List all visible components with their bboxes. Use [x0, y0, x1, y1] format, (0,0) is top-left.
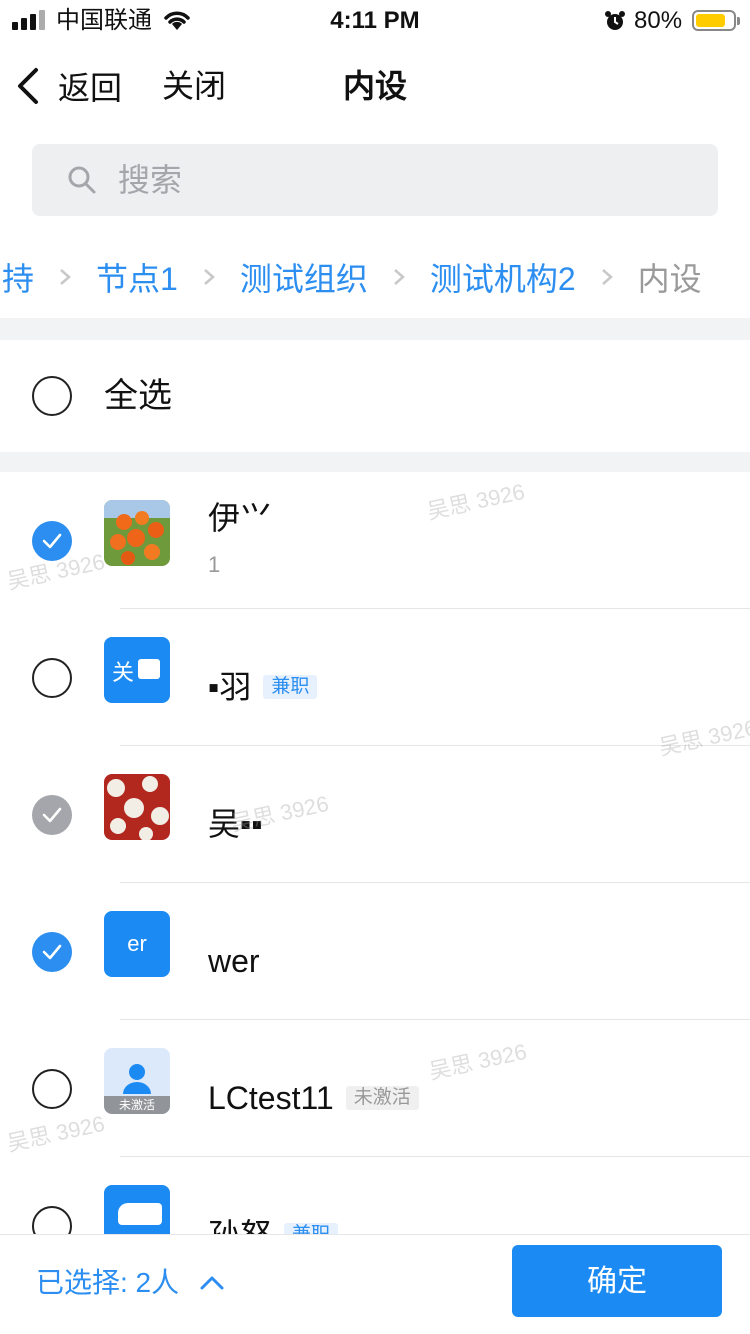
- avatar-text: er: [127, 931, 147, 956]
- contact-row[interactable]: er wer: [0, 883, 750, 1020]
- contact-row[interactable]: 吴▪▪: [0, 746, 750, 883]
- contact-list: 伊⺍ 1 关 ▪羽 兼职 吴▪▪ er wer 未激活 LCtest11 未激活: [0, 472, 750, 1234]
- chevron-right-icon: [394, 269, 405, 285]
- contact-checkbox[interactable]: [32, 1069, 72, 1109]
- contact-name: wer: [208, 943, 260, 979]
- contact-name: ▪羽: [208, 669, 252, 705]
- contact-row[interactable]: 关 ▪羽 兼职: [0, 609, 750, 746]
- check-icon: [42, 807, 62, 823]
- avatar-initials: [104, 1185, 170, 1234]
- contact-name: 吴▪▪: [208, 806, 263, 842]
- selected-count-toggle[interactable]: 已选择: 2人: [36, 1263, 225, 1303]
- contact-name-group: 孙怒 兼职: [208, 1215, 339, 1234]
- breadcrumb-item[interactable]: 节点1: [96, 254, 178, 300]
- contact-name-group: LCtest11 未激活: [208, 1078, 419, 1118]
- search-input[interactable]: [116, 160, 676, 200]
- status-bar: 中国联通 4:11 PM 80%: [0, 0, 750, 40]
- battery-icon: [692, 10, 740, 31]
- breadcrumb-item[interactable]: 测试机构2: [430, 254, 576, 300]
- contact-picker-screen: 中国联通 4:11 PM 80% 返回 关闭 内设 搜索 持 节点1 测试组织 …: [0, 0, 750, 1334]
- chevron-up-icon: [200, 1276, 224, 1290]
- select-all-label: 全选: [104, 377, 172, 415]
- breadcrumb-item[interactable]: 持: [2, 254, 34, 300]
- avatar-text: 关: [112, 660, 135, 685]
- avatar-default: 未激活: [104, 1048, 170, 1114]
- contact-row[interactable]: 孙怒 兼职: [0, 1157, 750, 1234]
- part-time-badge: 兼职: [284, 1223, 339, 1234]
- chevron-right-icon: [60, 269, 71, 285]
- contact-name: 孙怒: [208, 1215, 272, 1234]
- back-label: 返回: [58, 70, 123, 106]
- contact-row[interactable]: 未激活 LCtest11 未激活: [0, 1020, 750, 1157]
- close-button[interactable]: 关闭: [162, 64, 226, 108]
- chevron-right-icon: [204, 269, 215, 285]
- part-time-badge: 兼职: [263, 675, 318, 699]
- breadcrumb-item[interactable]: 测试组织: [240, 254, 368, 300]
- contact-checkbox-checked[interactable]: [32, 932, 72, 972]
- confirm-button[interactable]: 确定: [512, 1245, 722, 1317]
- selected-count-label: 已选择: 2人: [36, 1267, 180, 1298]
- chevron-left-icon: [18, 68, 38, 104]
- contact-checkbox-checked[interactable]: [32, 521, 72, 561]
- contact-row[interactable]: 伊⺍ 1: [0, 472, 750, 609]
- contact-subline: 1: [208, 552, 221, 577]
- back-button[interactable]: 返回: [14, 64, 122, 108]
- contact-checkbox-disabled: [32, 795, 72, 835]
- contact-checkbox[interactable]: [32, 1206, 72, 1234]
- chevron-right-icon: [601, 269, 613, 285]
- page-title: 内设: [342, 68, 407, 104]
- contact-checkbox[interactable]: [32, 658, 72, 698]
- inactive-badge: 未激活: [104, 1096, 170, 1114]
- battery-percent: 80%: [634, 7, 683, 34]
- avatar-photo: [104, 774, 170, 840]
- nav-bar: 返回 关闭 内设: [0, 40, 750, 130]
- contact-name-group: ▪羽 兼职: [208, 667, 318, 707]
- check-icon: [42, 944, 62, 960]
- search-bar[interactable]: [32, 144, 718, 216]
- inactive-tag: 未激活: [345, 1086, 419, 1110]
- breadcrumb-current: 内设: [637, 261, 702, 297]
- avatar-photo: [104, 500, 170, 566]
- contact-name: 伊⺍: [208, 500, 273, 536]
- search-icon: [68, 166, 96, 194]
- breadcrumb: 持 节点1 测试组织 测试机构2 内设: [0, 240, 750, 314]
- section-divider: [0, 318, 750, 340]
- contact-name: LCtest11: [208, 1080, 334, 1116]
- avatar-initials: er: [104, 911, 170, 977]
- select-all-checkbox[interactable]: [32, 376, 72, 416]
- alarm-icon: [605, 11, 625, 30]
- bottom-action-bar: 已选择: 2人 确定: [0, 1234, 750, 1334]
- section-divider: [0, 452, 750, 472]
- select-all-row[interactable]: 全选: [0, 340, 750, 452]
- check-icon: [42, 533, 62, 549]
- avatar-initials: 关: [104, 637, 170, 703]
